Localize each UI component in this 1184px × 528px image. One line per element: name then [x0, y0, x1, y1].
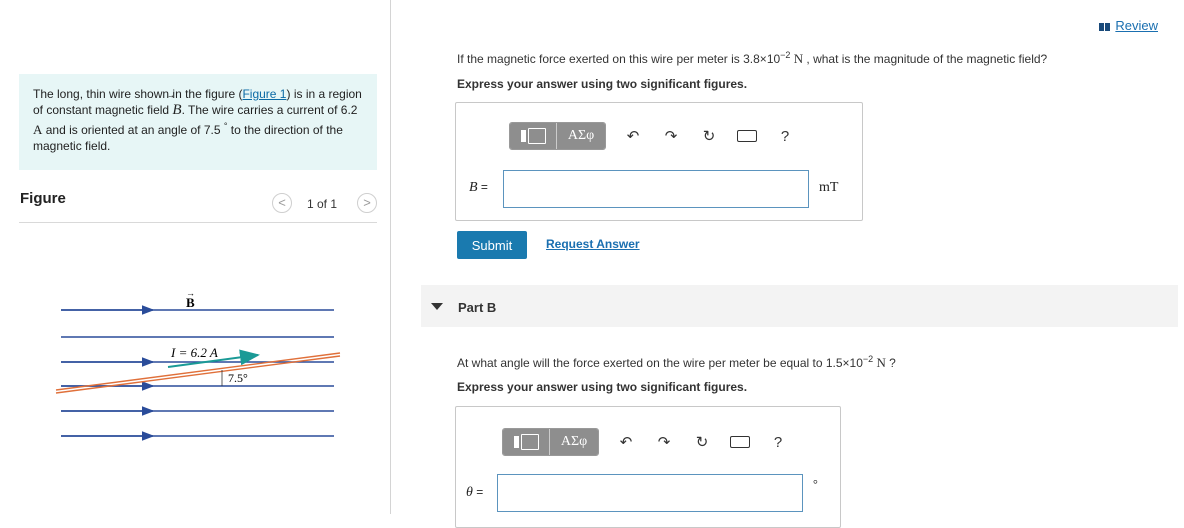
part-a-question: If the magnetic force exerted on this wi…: [457, 50, 1048, 66]
right-panel: Review If the magnetic force exerted on …: [391, 0, 1184, 528]
part-a-toolbar: ΑΣφ ↶ ↷ ↻ ?: [509, 122, 796, 150]
figure-counter: 1 of 1: [307, 197, 338, 211]
templates-button[interactable]: [510, 123, 556, 149]
field-symbol: ⃗B: [172, 102, 182, 118]
problem-text: . The wire carries a current of 6.2: [181, 103, 358, 117]
keyboard-icon[interactable]: [729, 431, 751, 453]
part-b-question: At what angle will the force exerted on …: [457, 354, 896, 370]
help-icon[interactable]: ?: [774, 125, 796, 147]
sqrt-template-icon: [520, 434, 539, 450]
current-label: I = 6.2 A: [170, 345, 218, 360]
redo-icon[interactable]: ↷: [653, 431, 675, 453]
review-label: Review: [1115, 18, 1158, 33]
problem-statement: The long, thin wire shown in the figure …: [19, 74, 377, 170]
left-panel: The long, thin wire shown in the figure …: [0, 0, 391, 514]
part-b-instruction: Express your answer using two significan…: [457, 380, 748, 394]
part-b-variable-label: θ =: [466, 485, 484, 500]
magnetic-field-lines: [61, 305, 334, 441]
request-answer-link[interactable]: Request Answer: [546, 237, 640, 251]
part-b-answer-box: ΑΣφ ↶ ↷ ↻ ? θ = °: [455, 406, 841, 528]
book-icon: [1099, 22, 1111, 31]
template-box-icon: [513, 436, 519, 448]
undo-icon[interactable]: ↶: [622, 125, 644, 147]
reset-icon[interactable]: ↻: [698, 125, 720, 147]
help-icon[interactable]: ?: [767, 431, 789, 453]
problem-text: The long, thin wire shown in the figure …: [33, 87, 243, 101]
next-figure-button[interactable]: >: [357, 193, 377, 213]
greek-symbols-button[interactable]: ΑΣφ: [556, 123, 605, 149]
undo-icon[interactable]: ↶: [615, 431, 637, 453]
part-a-variable-label: B =: [469, 180, 488, 195]
part-a-answer-box: ΑΣφ ↶ ↷ ↻ ? B = mT: [455, 102, 863, 221]
part-b-header[interactable]: Part B: [421, 285, 1178, 327]
reset-icon[interactable]: ↻: [691, 431, 713, 453]
template-button-group: ΑΣφ: [502, 428, 599, 456]
sqrt-template-icon: [527, 128, 546, 144]
part-b-unit: °: [813, 477, 818, 491]
part-a-unit: mT: [819, 180, 839, 195]
review-link[interactable]: Review: [1099, 18, 1158, 33]
figure-header: Figure < 1 of 1 >: [19, 186, 377, 223]
submit-button[interactable]: Submit: [457, 231, 527, 259]
part-a-answer-input[interactable]: [503, 170, 809, 208]
part-b-title: Part B: [458, 300, 497, 315]
template-button-group: ΑΣφ: [509, 122, 606, 150]
arrow-over-b: →: [186, 288, 195, 298]
problem-text: and is oriented at an angle of 7.5: [42, 123, 224, 137]
figure-link[interactable]: Figure 1: [242, 87, 286, 101]
wire-field-figure: B → I = 6.2 A 7.5°: [55, 288, 341, 441]
part-b-answer-input[interactable]: [497, 474, 803, 512]
redo-icon[interactable]: ↷: [660, 125, 682, 147]
template-box-icon: [520, 130, 526, 142]
angle-label: 7.5°: [228, 371, 248, 385]
collapse-caret-icon[interactable]: [431, 303, 443, 310]
part-b-toolbar: ΑΣφ ↶ ↷ ↻ ?: [502, 428, 789, 456]
part-a-instruction: Express your answer using two significan…: [457, 77, 748, 91]
keyboard-icon[interactable]: [736, 125, 758, 147]
previous-figure-button[interactable]: <: [272, 193, 292, 213]
figure-title: Figure: [20, 190, 66, 207]
current-unit: A: [33, 122, 43, 137]
greek-symbols-button[interactable]: ΑΣφ: [549, 429, 598, 455]
templates-button[interactable]: [503, 429, 549, 455]
